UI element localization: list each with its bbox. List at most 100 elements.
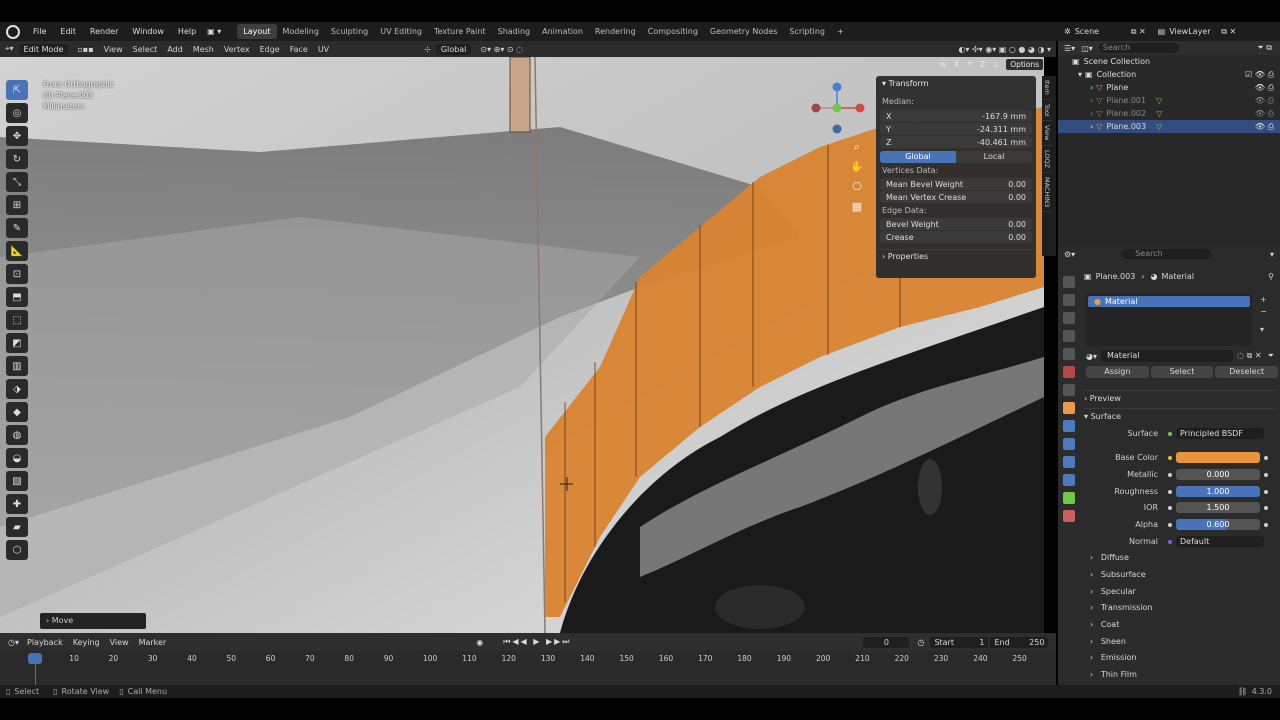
visibility-icons[interactable]: 👁 ⎙ [1255, 122, 1274, 132]
transform-orientation-select[interactable]: Global [435, 43, 472, 55]
keyframe-dot-icon[interactable] [1264, 489, 1268, 494]
loop-cut-tool-icon[interactable]: ▥ [6, 356, 28, 376]
bevel-tool-icon[interactable]: ◩ [6, 333, 28, 353]
last-operator-panel[interactable]: › Move [40, 613, 146, 629]
base-color-swatch[interactable] [1176, 452, 1260, 463]
menu-render[interactable]: Render [83, 27, 125, 36]
tab-shading[interactable]: Shading [492, 24, 537, 39]
view-layer-name[interactable]: ViewLayer [1169, 27, 1221, 36]
normal-field[interactable]: Default [1176, 536, 1264, 547]
camera-icon[interactable]: ⎔ [850, 177, 864, 197]
tab-geometry-nodes[interactable]: Geometry Nodes [704, 24, 783, 39]
output-tab-icon[interactable] [1063, 312, 1075, 324]
select-tool-icon[interactable]: ⇱ [6, 80, 28, 100]
blender-logo-icon[interactable] [6, 24, 20, 39]
spin-tool-icon[interactable]: ◍ [6, 425, 28, 445]
marker-menu[interactable]: Marker [139, 638, 167, 647]
new-scene-icon[interactable]: ⧉ ✕ [1131, 27, 1146, 37]
tab-rendering[interactable]: Rendering [589, 24, 642, 39]
move-tool-icon[interactable]: ✥ [6, 126, 28, 146]
constraints-tab-icon[interactable] [1063, 474, 1075, 486]
transmission-section[interactable]: › Transmission [1090, 603, 1153, 612]
pivot-snap-icons[interactable]: ⊙▾ ⊕▾ ⊙ ◌ [475, 45, 528, 54]
mean-vertex-crease-field[interactable]: Mean Vertex Crease 0.00 [880, 191, 1032, 203]
bevel-weight-field[interactable]: Bevel Weight 0.00 [880, 218, 1032, 230]
keyframe-dot-icon[interactable] [1264, 455, 1268, 460]
menu-window[interactable]: Window [125, 27, 171, 36]
chevron-down-icon[interactable]: ▾ [1270, 250, 1274, 259]
options-button[interactable]: Options [1006, 59, 1044, 70]
axis-z[interactable]: Z [980, 60, 985, 69]
emission-section[interactable]: › Emission [1090, 653, 1136, 662]
object-tab-icon[interactable] [1063, 402, 1075, 414]
alpha-field[interactable]: 0.600 [1176, 519, 1260, 530]
tab-compositing[interactable]: Compositing [642, 24, 704, 39]
remove-slot-button[interactable]: − [1260, 306, 1267, 318]
tab-texture-paint[interactable]: Texture Paint [428, 24, 492, 39]
physics-tab-icon[interactable] [1063, 456, 1075, 468]
inset-tool-icon[interactable]: ⬚ [6, 310, 28, 330]
view-layer-actions-icon[interactable]: ⧉ ✕ [1221, 27, 1236, 37]
tab-layout[interactable]: Layout [237, 24, 277, 39]
rotate-tool-icon[interactable]: ↻ [6, 149, 28, 169]
modifier-tab-icon[interactable] [1063, 420, 1075, 432]
stopwatch-icon[interactable]: ◷ [917, 638, 924, 647]
mirror-icon[interactable]: ⇋ [940, 60, 946, 69]
record-icon[interactable]: ◉ [476, 638, 483, 647]
outliner-row-plane-001[interactable]: › ▽ Plane.001 ▽ 👁 ⎙ [1058, 94, 1280, 107]
material-name-field[interactable]: Material [1101, 350, 1234, 362]
specular-section[interactable]: › Specular [1090, 587, 1136, 596]
menu-face[interactable]: Face [285, 45, 313, 54]
visibility-icons[interactable]: 👁 ⎙ [1255, 96, 1274, 106]
surface-section[interactable]: ▾ Surface [1084, 408, 1276, 421]
poly-build-tool-icon[interactable]: ◆ [6, 402, 28, 422]
menu-help[interactable]: Help [171, 27, 203, 36]
select-mode-icons[interactable]: ▫▪▪ [72, 45, 98, 54]
axis-y[interactable]: Y [967, 60, 972, 69]
menu-edge[interactable]: Edge [255, 45, 285, 54]
keyframe-dot-icon[interactable] [1264, 522, 1268, 527]
tab-tool[interactable]: Tool [1042, 100, 1052, 122]
tab-scripting[interactable]: Scripting [783, 24, 831, 39]
knife-tool-icon[interactable]: ⬗ [6, 379, 28, 399]
keyframe-dot-icon[interactable] [1264, 472, 1268, 477]
diffuse-section[interactable]: › Diffuse [1090, 553, 1129, 562]
menu-add[interactable]: Add [162, 45, 188, 54]
collection-tab-icon[interactable] [1063, 384, 1075, 396]
outliner-row-plane[interactable]: › ▽ Plane 👁 ⎙ [1058, 81, 1280, 94]
world-tab-icon[interactable] [1063, 366, 1075, 378]
edge-slide-tool-icon[interactable]: ▧ [6, 471, 28, 491]
cursor-tool-icon[interactable]: ◎ [6, 103, 28, 123]
metallic-field[interactable]: 0.000 [1176, 469, 1260, 480]
deselect-button[interactable]: Deselect [1215, 366, 1279, 378]
tab-animation[interactable]: Animation [536, 24, 589, 39]
outliner-type-icon[interactable]: ☰▾ [1064, 44, 1075, 53]
tab-uv-editing[interactable]: UV Editing [374, 24, 428, 39]
add-slot-button[interactable]: + [1260, 294, 1267, 306]
start-frame-field[interactable]: Start 1 [930, 636, 989, 648]
properties-header[interactable]: › Properties [876, 249, 1036, 264]
tool-tab-icon[interactable] [1063, 276, 1075, 288]
timeline-view-menu[interactable]: View [110, 638, 129, 647]
outliner-row-plane-003[interactable]: › ▽ Plane.003 ▽ 👁 ⎙ [1058, 120, 1280, 133]
mode-select[interactable]: Edit Mode [18, 43, 69, 55]
add-workspace-button[interactable]: + [831, 24, 850, 39]
mean-bevel-weight-field[interactable]: Mean Bevel Weight 0.00 [880, 178, 1032, 190]
menu-uv[interactable]: UV [313, 45, 334, 54]
outliner-row-scene-collection[interactable]: ▣ Scene Collection [1058, 55, 1280, 68]
tab-modeling[interactable]: Modeling [277, 24, 325, 39]
material-tab-icon[interactable] [1063, 510, 1075, 522]
smooth-tool-icon[interactable]: ◒ [6, 448, 28, 468]
material-browse-icon[interactable]: ◕▾ [1086, 352, 1097, 361]
display-mode-icon[interactable]: ◫▾ [1081, 44, 1093, 53]
scale-tool-icon[interactable]: ⤡ [6, 172, 28, 192]
current-frame-field[interactable]: 0 [863, 636, 910, 648]
scene-tab-icon[interactable] [1063, 348, 1075, 360]
grid-view-icon[interactable]: ▦ [850, 197, 864, 217]
extrude-tool-icon[interactable]: ⬒ [6, 287, 28, 307]
visibility-icons[interactable]: 👁 ⎙ [1255, 109, 1274, 119]
ior-field[interactable]: 1.500 [1176, 502, 1260, 513]
properties-type-icon[interactable]: ⚙▾ [1064, 250, 1075, 259]
outliner-search-input[interactable]: Search [1098, 43, 1179, 53]
shrink-fatten-tool-icon[interactable]: ✚ [6, 494, 28, 514]
